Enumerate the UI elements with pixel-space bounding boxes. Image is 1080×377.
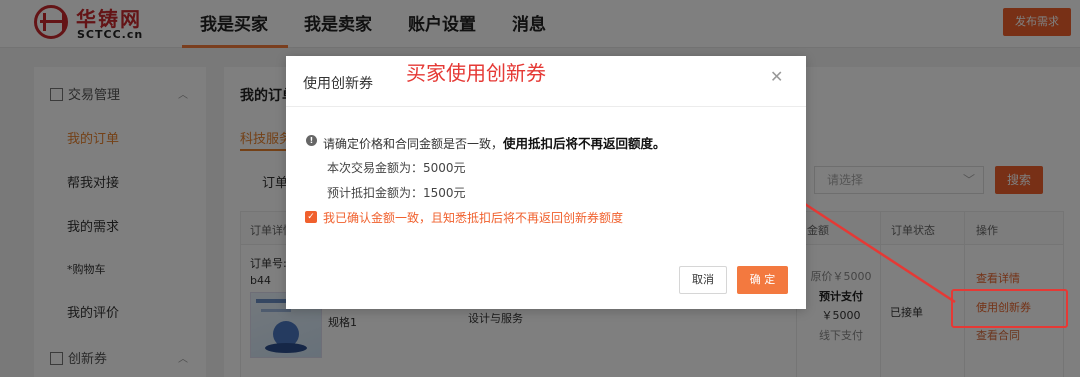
transaction-amount: 本次交易金额为：5000元 [327,161,466,175]
use-voucher-dialog: 使用创新券 买家使用创新券 ✕ ! 请确定价格和合同金额是否一致，使用抵扣后将不… [286,56,806,309]
dialog-title: 使用创新券 [303,76,373,92]
warning-plain: 请确定价格和合同金额是否一致， [323,137,504,151]
dialog-divider [286,106,806,107]
deduction-amount: 预计抵扣金额为：1500元 [327,186,466,200]
close-icon[interactable]: ✕ [770,67,783,86]
warning-bold: 使用抵扣后将不再返回额度。 [503,136,666,151]
warning-text: 请确定价格和合同金额是否一致，使用抵扣后将不再返回额度。 [323,133,666,152]
confirm-button[interactable]: 确 定 [737,266,788,294]
confirm-checkbox-label[interactable]: 我已确认金额一致，且知悉抵扣后将不再返回创新券额度 [323,209,623,226]
confirm-checkbox[interactable]: ✓ [305,211,317,223]
info-icon: ! [306,135,317,146]
cancel-button[interactable]: 取消 [679,266,727,294]
annotation-caption: 买家使用创新券 [406,61,546,85]
